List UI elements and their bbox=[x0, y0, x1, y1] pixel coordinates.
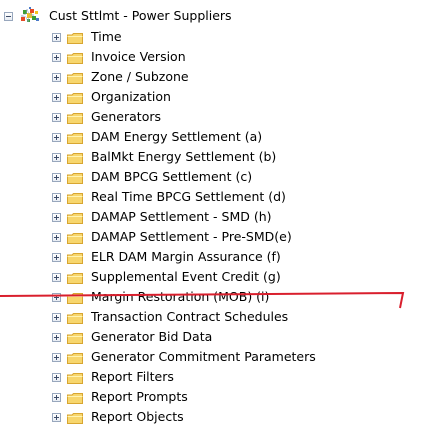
expand-toggle-icon[interactable] bbox=[52, 312, 61, 322]
folder-icon bbox=[67, 192, 83, 204]
expand-toggle-icon[interactable] bbox=[52, 172, 61, 182]
tree-item-label: DAM BPCG Settlement (c) bbox=[91, 169, 253, 184]
folder-icon bbox=[67, 372, 83, 384]
tree-node-folder[interactable]: ELR DAM Margin Assurance (f) bbox=[52, 247, 281, 267]
tree-node-folder[interactable]: Transaction Contract Schedules bbox=[52, 307, 288, 327]
expand-toggle-icon[interactable] bbox=[52, 372, 61, 382]
tree-item-label: Generator Commitment Parameters bbox=[91, 349, 316, 364]
folder-icon bbox=[67, 332, 83, 344]
tree-item-label: DAM Energy Settlement (a) bbox=[91, 129, 263, 144]
expand-toggle-icon[interactable] bbox=[52, 192, 61, 202]
folder-icon bbox=[67, 232, 83, 244]
folder-icon bbox=[67, 112, 83, 124]
expand-toggle-icon[interactable] bbox=[52, 392, 61, 402]
expand-toggle-icon[interactable] bbox=[52, 72, 61, 82]
folder-icon bbox=[67, 72, 83, 84]
folder-icon bbox=[67, 52, 83, 64]
tree-node-folder[interactable]: Supplemental Event Credit (g) bbox=[52, 267, 281, 287]
folder-icon bbox=[67, 392, 83, 404]
expand-toggle-icon[interactable] bbox=[52, 92, 61, 102]
tree-item-label: Real Time BPCG Settlement (d) bbox=[91, 189, 286, 204]
folder-icon bbox=[67, 312, 83, 324]
folder-icon bbox=[67, 172, 83, 184]
tree-item-label: Margin Restoration (MOB) (i) bbox=[91, 289, 270, 304]
folder-icon bbox=[67, 352, 83, 364]
tree-node-folder[interactable]: DAM BPCG Settlement (c) bbox=[52, 167, 252, 187]
tree-node-folder[interactable]: Generator Bid Data bbox=[52, 327, 212, 347]
expand-toggle-icon[interactable] bbox=[52, 412, 61, 422]
tree-item-label: Report Prompts bbox=[91, 389, 188, 404]
tree-node-folder[interactable]: Generator Commitment Parameters bbox=[52, 347, 316, 367]
expand-toggle-icon[interactable] bbox=[52, 272, 61, 282]
tree-item-label: DAMAP Settlement - Pre-SMD(e) bbox=[91, 229, 292, 244]
tree-node-folder[interactable]: Report Objects bbox=[52, 407, 184, 427]
folder-icon bbox=[67, 252, 83, 264]
tree-node-folder[interactable]: Generators bbox=[52, 107, 161, 127]
expand-toggle-icon[interactable] bbox=[52, 232, 61, 242]
tree-node-folder[interactable]: DAM Energy Settlement (a) bbox=[52, 127, 262, 147]
expand-toggle-icon[interactable] bbox=[52, 132, 61, 142]
tree-item-label: Report Objects bbox=[91, 409, 184, 424]
folder-icon bbox=[67, 92, 83, 104]
tree-item-label: Transaction Contract Schedules bbox=[91, 309, 289, 324]
tree-item-label: Time bbox=[91, 29, 122, 44]
expand-toggle-icon[interactable] bbox=[52, 252, 61, 262]
expand-toggle-icon[interactable] bbox=[52, 52, 61, 62]
tree-node-folder[interactable]: Time bbox=[52, 27, 122, 47]
folder-icon bbox=[67, 132, 83, 144]
tree-item-label: BalMkt Energy Settlement (b) bbox=[91, 149, 277, 164]
tree-node-folder[interactable]: Invoice Version bbox=[52, 47, 186, 67]
folder-icon bbox=[67, 412, 83, 424]
tree-node-folder[interactable]: Margin Restoration (MOB) (i) bbox=[52, 287, 269, 307]
tree-node-folder[interactable]: DAMAP Settlement - Pre-SMD(e) bbox=[52, 227, 292, 247]
tree-item-label: DAMAP Settlement - SMD (h) bbox=[91, 209, 272, 224]
folder-icon bbox=[67, 152, 83, 164]
folder-icon bbox=[67, 272, 83, 284]
tree-item-label: Zone / Subzone bbox=[91, 69, 189, 84]
expand-toggle-icon[interactable] bbox=[52, 332, 61, 342]
tree-item-label: Organization bbox=[91, 89, 171, 104]
star-cube-icon bbox=[19, 7, 43, 25]
expand-toggle-icon[interactable] bbox=[52, 32, 61, 42]
tree-node-folder[interactable]: Report Prompts bbox=[52, 387, 188, 407]
collapse-toggle-icon[interactable] bbox=[4, 11, 13, 21]
expand-toggle-icon[interactable] bbox=[52, 112, 61, 122]
tree-item-label: Invoice Version bbox=[91, 49, 186, 64]
expand-toggle-icon[interactable] bbox=[52, 152, 61, 162]
tree-node-root[interactable]: Cust Sttlmt - Power Suppliers bbox=[4, 6, 232, 26]
tree-node-folder[interactable]: Report Filters bbox=[52, 367, 174, 387]
folder-icon bbox=[67, 32, 83, 44]
tree-root-label: Cust Sttlmt - Power Suppliers bbox=[49, 8, 232, 23]
folder-icon bbox=[67, 212, 83, 224]
tree-item-label: Supplemental Event Credit (g) bbox=[91, 269, 281, 284]
tree-node-folder[interactable]: DAMAP Settlement - SMD (h) bbox=[52, 207, 272, 227]
expand-toggle-icon[interactable] bbox=[52, 352, 61, 362]
expand-toggle-icon[interactable] bbox=[52, 212, 61, 222]
tree-node-folder[interactable]: Zone / Subzone bbox=[52, 67, 189, 87]
tree-item-label: ELR DAM Margin Assurance (f) bbox=[91, 249, 281, 264]
tree-view: Cust Sttlmt - Power Suppliers Time Invoic… bbox=[0, 0, 434, 441]
tree-node-folder[interactable]: Real Time BPCG Settlement (d) bbox=[52, 187, 286, 207]
tree-item-label: Report Filters bbox=[91, 369, 174, 384]
tree-node-folder[interactable]: BalMkt Energy Settlement (b) bbox=[52, 147, 276, 167]
tree-item-label: Generator Bid Data bbox=[91, 329, 213, 344]
tree-node-folder[interactable]: Organization bbox=[52, 87, 171, 107]
expand-toggle-icon[interactable] bbox=[52, 292, 61, 302]
folder-icon bbox=[67, 292, 83, 304]
tree-item-label: Generators bbox=[91, 109, 161, 124]
